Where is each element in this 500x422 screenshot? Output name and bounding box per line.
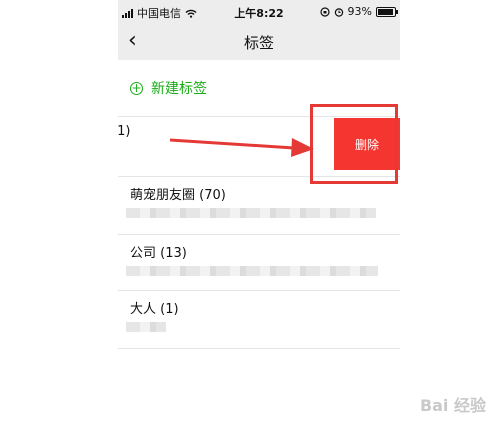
alarm-icon <box>334 7 343 17</box>
battery-icon <box>376 6 398 17</box>
tag-members-preview <box>126 322 166 332</box>
tag-members-preview <box>126 208 376 218</box>
new-tag-label: 新建标签 <box>151 81 207 97</box>
status-bar: 中国电信 上午8:22 93% <box>118 0 400 24</box>
tag-label: 大人 (1) <box>130 302 179 317</box>
tag-label: (1) <box>118 124 131 139</box>
nav-bar: ‹ 标签 <box>118 24 400 60</box>
annotation-arrow <box>169 138 314 157</box>
divider <box>118 290 400 291</box>
divider <box>118 234 400 235</box>
rotation-lock-icon <box>319 6 330 17</box>
tag-row[interactable]: 萌宠朋友圈 (70) <box>118 178 400 236</box>
annotation-highlight-box <box>310 104 398 184</box>
phone-screen: 中国电信 上午8:22 93% ‹ 标签 + 新建标签 1) 删除 萌宠朋友圈 … <box>118 0 400 422</box>
arrow-shaft <box>169 138 295 150</box>
page-title: 标签 <box>243 34 274 52</box>
tag-label: 萌宠朋友圈 (70) <box>130 188 226 203</box>
tag-label: 公司 (13) <box>130 246 187 261</box>
battery-percent: 93% <box>347 5 372 18</box>
watermark: Bai 经验 <box>419 396 486 415</box>
status-right: 93% <box>319 5 398 18</box>
tag-members-preview <box>126 266 378 276</box>
divider <box>118 348 400 349</box>
battery-fill <box>378 8 393 15</box>
plus-circle-icon: + <box>130 81 143 95</box>
tag-row[interactable]: 公司 (13) <box>118 236 400 294</box>
tag-row[interactable]: 大人 (1) <box>118 292 400 350</box>
